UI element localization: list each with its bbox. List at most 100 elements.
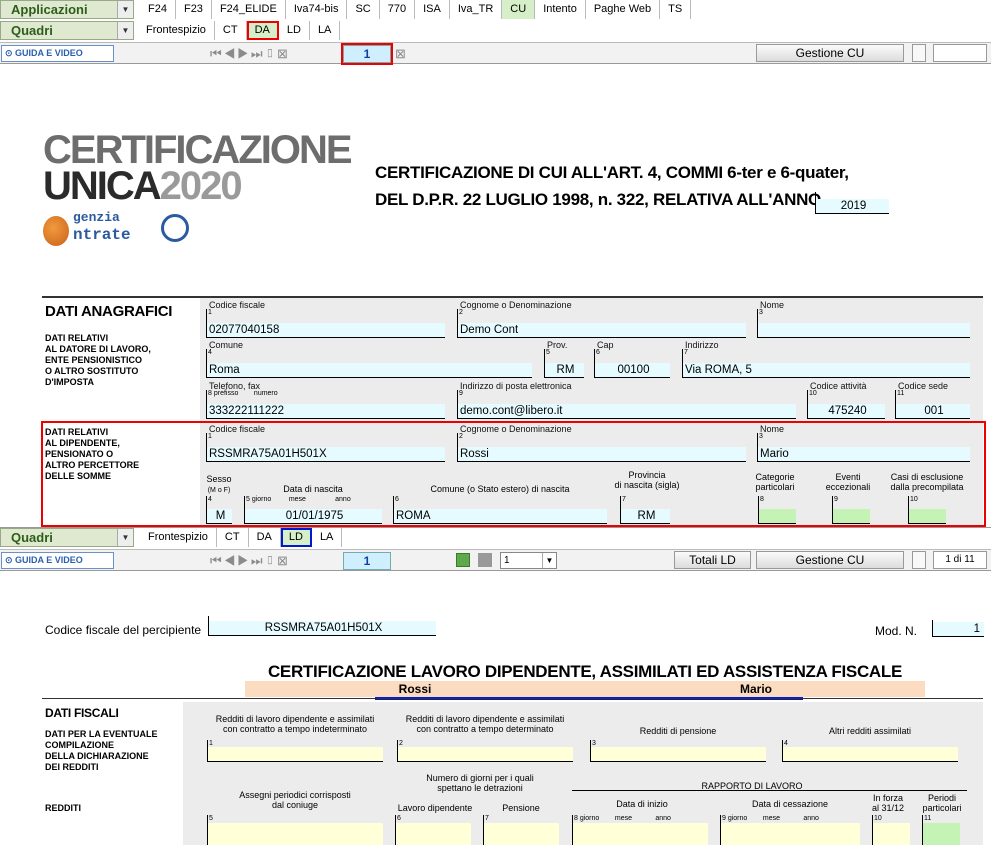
f10-value[interactable] xyxy=(873,823,910,845)
gestione-cu-button[interactable]: Gestione CU xyxy=(756,44,904,62)
tab-paghe-web[interactable]: Paghe Web xyxy=(586,0,661,19)
f1-value[interactable] xyxy=(208,747,383,761)
telefono-field[interactable]: Telefono, fax 8 prefisso numero 3332221112… xyxy=(206,381,445,419)
f10-field[interactable]: 10 xyxy=(872,815,910,845)
anno-field[interactable]: 2019 xyxy=(815,192,889,214)
chevron-down-icon[interactable]: ▼ xyxy=(117,529,133,546)
anno-value[interactable]: 2019 xyxy=(816,199,889,213)
f6-field[interactable]: 6 xyxy=(395,815,471,845)
gestione-cu-button-2[interactable]: Gestione CU xyxy=(756,551,904,569)
email-field[interactable]: Indirizzo di posta elettronica 9 demo.cont… xyxy=(457,381,796,419)
nome-datore-field[interactable]: Nome 3 xyxy=(757,300,970,338)
page-number-2[interactable]: 1 xyxy=(343,552,391,570)
mod-n-value[interactable]: 1 xyxy=(933,622,984,636)
cognome-dipendente-value[interactable]: Rossi xyxy=(458,447,746,461)
eventi-value[interactable] xyxy=(833,509,870,523)
tab-isa[interactable]: ISA xyxy=(415,0,450,19)
nav-buttons-2[interactable]: ⏮◀▶⏭▯⊠ xyxy=(210,552,290,569)
small-button-2[interactable] xyxy=(912,551,926,569)
sede-value[interactable]: 001 xyxy=(896,404,970,418)
cap-value[interactable]: 00100 xyxy=(595,363,670,377)
tab-ct-2[interactable]: CT xyxy=(217,528,249,547)
eventi-field[interactable]: 9 xyxy=(832,496,870,524)
telefono-value[interactable]: 333222111222 xyxy=(207,404,445,418)
data-nascita-field[interactable]: 5 giorno mese anno 01/01/1975 xyxy=(244,496,382,524)
totali-ld-button[interactable]: Totali LD xyxy=(674,551,751,569)
f9-field[interactable]: 9 giorno mese anno xyxy=(720,815,860,845)
stop-icon[interactable] xyxy=(478,553,492,567)
email-value[interactable]: demo.cont@libero.it xyxy=(458,404,796,418)
cf-datore-value[interactable]: 02077040158 xyxy=(207,323,445,337)
f6-value[interactable] xyxy=(396,823,471,845)
cf-dipendente-value[interactable]: RSSMRA75A01H501X xyxy=(207,447,445,461)
tab-ct[interactable]: CT xyxy=(215,21,247,40)
f4-value[interactable] xyxy=(783,747,958,761)
cf-percipiente-value[interactable]: RSSMRA75A01H501X xyxy=(209,621,436,635)
tab-da[interactable]: DA xyxy=(246,21,279,40)
f11-value[interactable] xyxy=(923,823,960,845)
tab-ld-2[interactable]: LD xyxy=(280,528,312,547)
tab-da-2[interactable]: DA xyxy=(249,528,281,547)
tab-f24[interactable]: F24 xyxy=(140,0,176,19)
f9-value[interactable] xyxy=(721,823,860,845)
comune-field[interactable]: Comune 4 Roma xyxy=(206,340,532,378)
f7-value[interactable] xyxy=(484,823,559,845)
f1-field[interactable]: 1 xyxy=(207,740,383,762)
tab-f24-elide[interactable]: F24_ELIDE xyxy=(212,0,286,19)
mod-select[interactable]: 1 ▼ xyxy=(500,552,557,569)
indirizzo-field[interactable]: Indirizzo 7 Via ROMA, 5 xyxy=(682,340,970,378)
tab-frontespizio[interactable]: Frontespizio xyxy=(138,21,215,40)
guide-button[interactable]: ⊙ GUIDA E VIDEO xyxy=(1,45,114,62)
f2-value[interactable] xyxy=(398,747,573,761)
nome-dipendente-value[interactable]: Mario xyxy=(758,447,970,461)
cognome-datore-field[interactable]: Cognome o Denominazione 2 Demo Cont xyxy=(457,300,746,338)
tab-la[interactable]: LA xyxy=(310,21,341,40)
chevron-down-icon[interactable]: ▼ xyxy=(117,1,133,18)
f3-value[interactable] xyxy=(591,747,766,761)
f5-field[interactable]: 5 xyxy=(207,815,383,845)
tab-intento[interactable]: Intento xyxy=(535,0,586,19)
f11-field[interactable]: 11 xyxy=(922,815,960,845)
f7-field[interactable]: 7 xyxy=(483,815,559,845)
cognome-datore-value[interactable]: Demo Cont xyxy=(458,323,746,337)
mod-n-field[interactable]: 1 xyxy=(932,620,984,637)
data-nascita-value[interactable]: 01/01/1975 xyxy=(245,509,382,523)
tab-770[interactable]: 770 xyxy=(380,0,416,19)
nav-buttons[interactable]: ⏮◀▶⏭▯⊠ xyxy=(210,45,290,62)
tab-iva-tr[interactable]: Iva_TR xyxy=(450,0,503,19)
sesso-value[interactable]: M xyxy=(207,509,232,523)
add-icon[interactable] xyxy=(456,553,470,567)
comune-value[interactable]: Roma xyxy=(207,363,532,377)
attivita-value[interactable]: 475240 xyxy=(808,404,885,418)
tab-cu[interactable]: CU xyxy=(502,0,536,19)
comune-nascita-value[interactable]: ROMA xyxy=(394,509,607,523)
page-number[interactable]: 1 xyxy=(341,43,393,65)
provincia-nascita-value[interactable]: RM xyxy=(621,509,670,523)
tab-iva74bis[interactable]: Iva74-bis xyxy=(286,0,348,19)
small-button[interactable] xyxy=(912,44,926,62)
tab-la-2[interactable]: LA xyxy=(312,528,343,547)
nome-datore-value[interactable] xyxy=(758,323,970,337)
cap-field[interactable]: Cap 6 00100 xyxy=(594,340,670,378)
chevron-down-icon[interactable]: ▼ xyxy=(117,22,133,39)
tab-f23[interactable]: F23 xyxy=(176,0,212,19)
provincia-nascita-field[interactable]: 7 RM xyxy=(620,496,670,524)
attivita-field[interactable]: Codice attività 10 475240 xyxy=(807,381,885,419)
tab-sc[interactable]: SC xyxy=(347,0,380,19)
nome-dipendente-field[interactable]: Nome 3 Mario xyxy=(757,424,970,462)
f8-value[interactable] xyxy=(573,823,708,845)
f3-field[interactable]: 3 xyxy=(590,740,766,762)
categorie-field[interactable]: 8 xyxy=(758,496,796,524)
sede-field[interactable]: Codice sede 11 001 xyxy=(895,381,970,419)
prov-value[interactable]: RM xyxy=(545,363,584,377)
delete-icon[interactable]: ⊠ xyxy=(395,45,408,62)
casi-esclusione-value[interactable] xyxy=(909,509,946,523)
prov-field[interactable]: Prov. 5 RM xyxy=(544,340,584,378)
f4-field[interactable]: 4 xyxy=(782,740,958,762)
guide-button-2[interactable]: ⊙ GUIDA E VIDEO xyxy=(1,552,114,569)
casi-esclusione-field[interactable]: 10 xyxy=(908,496,946,524)
cf-percipiente-field[interactable]: RSSMRA75A01H501X xyxy=(208,616,436,636)
sesso-field[interactable]: 4M xyxy=(206,496,232,524)
applicazioni-dropdown[interactable]: Applicazioni ▼ xyxy=(0,0,134,19)
f5-value[interactable] xyxy=(208,823,383,845)
